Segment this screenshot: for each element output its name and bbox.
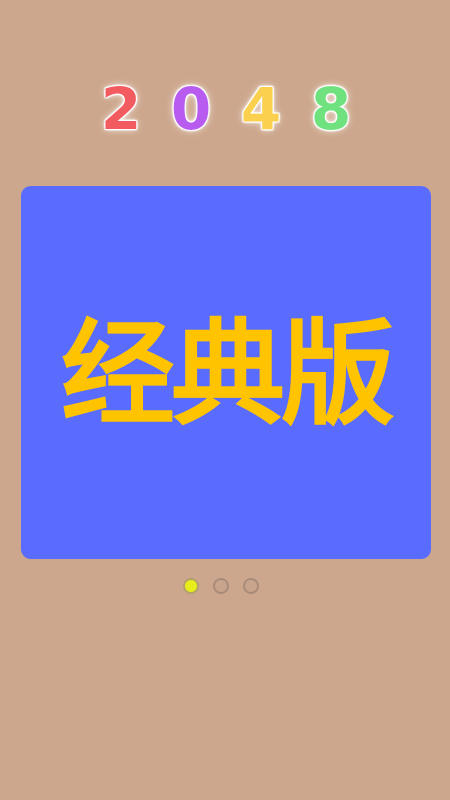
title-digit-2: 2: [100, 75, 142, 143]
title-digit-8: 8: [310, 75, 352, 143]
page-indicator: [0, 578, 450, 594]
page-dot-1[interactable]: [182, 578, 199, 594]
mode-card-classic[interactable]: 经典版: [21, 186, 431, 559]
page-dot-3[interactable]: [242, 578, 259, 594]
page-dot-2[interactable]: [212, 578, 229, 594]
mode-card-label: 经典版: [60, 307, 395, 441]
title-digit-4: 4: [240, 75, 282, 143]
game-title: 2 0 4 8: [0, 74, 450, 144]
title-digit-0: 0: [170, 75, 212, 143]
